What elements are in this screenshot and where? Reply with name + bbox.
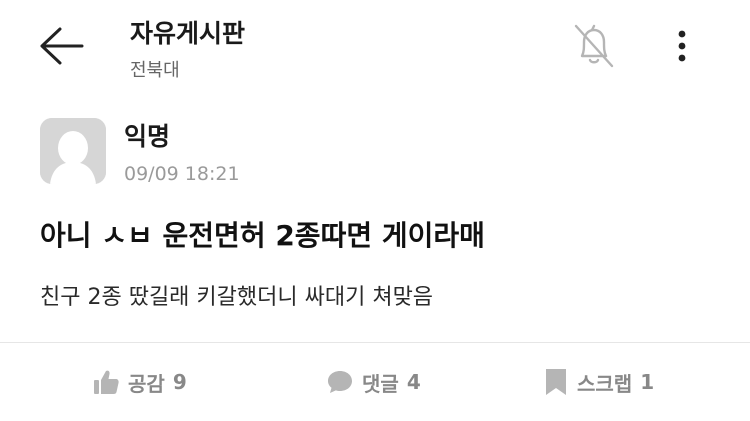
- bell-off-icon: [574, 24, 614, 68]
- arrow-left-icon: [40, 27, 84, 65]
- like-label: 공감: [128, 371, 165, 396]
- more-vertical-icon: [678, 30, 686, 62]
- post-actions-bar: 공감 9 댓글 4 스크랩 1: [0, 343, 750, 421]
- post-title: 아니 ㅅㅂ 운전면허 2종따면 게이라매: [40, 219, 485, 252]
- comment-label: 댓글: [362, 371, 399, 396]
- scrap-label: 스크랩: [577, 371, 633, 396]
- more-options-button[interactable]: [668, 26, 696, 66]
- notification-toggle-button[interactable]: [572, 22, 616, 70]
- scrap-count: 1: [640, 370, 655, 394]
- like-button[interactable]: 공감 9: [92, 343, 187, 421]
- comment-button[interactable]: 댓글 4: [326, 343, 421, 421]
- app-header: 자유게시판 전북대: [0, 0, 750, 100]
- board-subtitle: 전북대: [130, 60, 180, 81]
- comment-bubble-icon: [328, 371, 352, 393]
- default-avatar-icon: [40, 118, 106, 184]
- scrap-button[interactable]: 스크랩 1: [543, 343, 654, 421]
- board-title: 자유게시판: [130, 19, 246, 48]
- author-avatar: [40, 118, 106, 184]
- like-count: 9: [172, 370, 187, 394]
- back-button[interactable]: [38, 26, 86, 66]
- post-body: 친구 2종 땄길래 키갈했더니 싸대기 쳐맞음: [40, 285, 434, 310]
- thumbs-up-icon: [94, 370, 119, 394]
- post-timestamp: 09/09 18:21: [124, 163, 240, 185]
- comment-count: 4: [406, 370, 421, 394]
- author-name: 익명: [124, 122, 171, 151]
- bookmark-icon: [546, 369, 566, 395]
